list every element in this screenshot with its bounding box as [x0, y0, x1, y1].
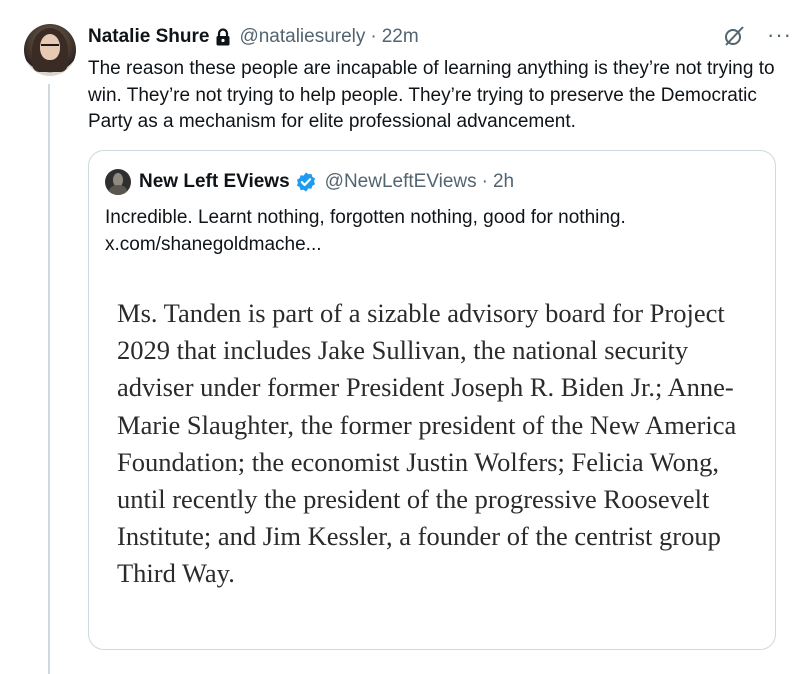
lock-icon — [215, 28, 231, 46]
author-avatar[interactable] — [24, 24, 76, 76]
tweet-header: Natalie Shure @nataliesurely · 22m ··· — [88, 22, 792, 50]
quoted-tweet-timestamp: 2h — [492, 171, 515, 192]
tweet-text: The reason these people are incapable of… — [88, 58, 775, 132]
quoted-tweet-body: Incredible. Learnt nothing, forgotten no… — [105, 205, 755, 258]
author-handle[interactable]: @nataliesurely — [239, 26, 365, 48]
article-excerpt-image[interactable]: Ms. Tanden is part of a sizable advisory… — [117, 295, 747, 593]
quoted-tweet-link[interactable]: x.com/shanegoldmache... — [105, 232, 755, 259]
quoted-author-display-name: New Left EViews — [139, 171, 290, 192]
quoted-tweet-header: New Left EViews @NewLeftEViews · 2h — [105, 169, 514, 195]
quoted-avatar-body — [109, 185, 127, 195]
quoted-author-avatar — [105, 169, 131, 195]
thread-connector-line — [48, 84, 50, 674]
more-icon[interactable]: ··· — [767, 22, 792, 48]
verified-badge-icon — [290, 171, 317, 193]
quoted-author-handle: @NewLeftEViews — [324, 171, 477, 192]
quoted-separator-dot: · — [481, 171, 488, 192]
avatar-glasses — [41, 44, 59, 51]
separator-dot: · — [370, 26, 377, 47]
tweet-timestamp[interactable]: 22m — [382, 26, 419, 48]
author-display-name[interactable]: Natalie Shure — [88, 26, 209, 48]
grok-icon[interactable] — [722, 24, 746, 48]
quoted-tweet-card[interactable]: New Left EViews @NewLeftEViews · 2h Incr… — [88, 150, 776, 650]
quoted-tweet-text: Incredible. Learnt nothing, forgotten no… — [105, 207, 626, 228]
